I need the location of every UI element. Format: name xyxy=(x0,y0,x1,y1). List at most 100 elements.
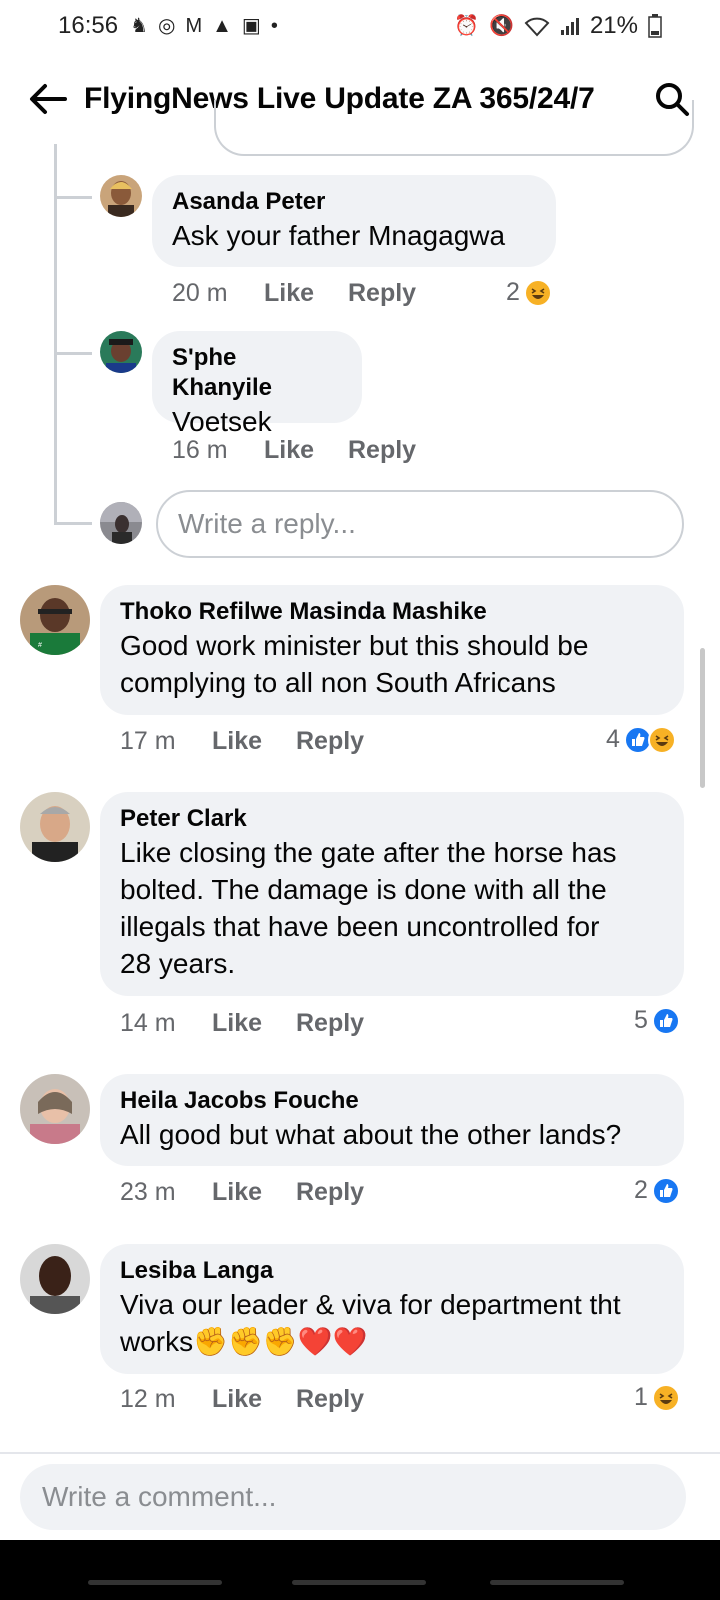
comment-input[interactable]: Write a comment... xyxy=(20,1464,686,1530)
comment-time: 23 m xyxy=(120,1178,176,1206)
commenter-name[interactable]: Heila Jacobs Fouche xyxy=(120,1086,664,1116)
reply-bubble: Asanda Peter Ask your father Mnagagwa xyxy=(152,175,556,267)
thread-branch xyxy=(54,522,92,525)
comment-time: 16 m xyxy=(172,436,228,464)
alarm-icon: ⏰ xyxy=(454,15,480,37)
reaction-count: 2 xyxy=(506,278,520,306)
avatar[interactable] xyxy=(20,1244,90,1314)
comment-actions: 23 m Like Reply xyxy=(120,1178,364,1207)
like-button[interactable]: Like xyxy=(212,727,296,756)
comment-time: 12 m xyxy=(120,1385,176,1413)
reaction-count: 2 xyxy=(634,1176,648,1204)
gmail-icon: M xyxy=(185,15,203,37)
notification-icons: ♞ ◎ M ▲ ▣ • xyxy=(130,16,278,36)
comment-text-line: works✊✊✊❤️❤️ xyxy=(120,1326,368,1357)
reply-input-placeholder: Write a reply... xyxy=(178,508,356,539)
avatar[interactable] xyxy=(20,1074,90,1144)
svg-text:#: # xyxy=(38,642,42,649)
reaction-summary[interactable]: 4 xyxy=(606,725,676,754)
reaction-count: 4 xyxy=(606,725,620,753)
back-arrow-icon[interactable] xyxy=(28,79,68,119)
system-nav-bar xyxy=(0,1540,720,1600)
nav-recent-button[interactable] xyxy=(88,1580,222,1585)
notification-app-icon: ♞ xyxy=(130,15,148,37)
reply-button[interactable]: Reply xyxy=(348,436,416,465)
reply-input[interactable]: Write a reply... xyxy=(156,490,684,558)
download-icon: ▣ xyxy=(241,15,261,37)
scrollbar[interactable] xyxy=(700,648,705,788)
signal-icon xyxy=(560,18,579,35)
nav-back-button[interactable] xyxy=(490,1580,624,1585)
commenter-name[interactable]: S'phe Khanyile xyxy=(172,343,342,403)
comment-time: 17 m xyxy=(120,727,176,755)
comment-actions: 12 m Like Reply xyxy=(120,1385,364,1414)
commenter-name[interactable]: Asanda Peter xyxy=(172,187,536,217)
reply-actions: 16 m Like Reply xyxy=(172,436,416,465)
thread-branch xyxy=(54,352,92,355)
comment-text-line: All good but what about the other lands? xyxy=(120,1119,622,1150)
status-right: ⏰ 🔇 21% xyxy=(454,12,662,40)
divider xyxy=(0,1452,720,1454)
status-left: 16:56 ♞ ◎ M ▲ ▣ • xyxy=(58,12,278,40)
reply-button[interactable]: Reply xyxy=(296,1009,364,1038)
battery-icon xyxy=(648,14,662,38)
reaction-count: 1 xyxy=(634,1383,648,1411)
commenter-name[interactable]: Thoko Refilwe Masinda Mashike xyxy=(120,597,664,627)
status-bar: 16:56 ♞ ◎ M ▲ ▣ • ⏰ 🔇 21% xyxy=(0,0,720,52)
comment-text-line: illegals that have been uncontrolled for xyxy=(120,911,600,942)
avatar[interactable] xyxy=(100,175,142,217)
thread-line xyxy=(54,144,57,524)
comment-text: Voetsek xyxy=(172,406,272,437)
comment-text-line: complying to all non South Africans xyxy=(120,667,556,698)
more-dot-icon: • xyxy=(270,15,278,37)
avatar[interactable] xyxy=(100,331,142,373)
like-reaction-icon xyxy=(651,1006,680,1035)
comment-input-placeholder: Write a comment... xyxy=(42,1481,277,1512)
comment-text-line: Good work minister but this should be xyxy=(120,630,589,661)
commenter-name[interactable]: Peter Clark xyxy=(120,804,664,834)
haha-reaction-icon xyxy=(523,278,552,307)
comment-bubble: Heila Jacobs Fouche All good but what ab… xyxy=(100,1074,684,1166)
reaction-summary[interactable]: 1 xyxy=(634,1383,680,1412)
avatar[interactable]: # xyxy=(20,585,90,655)
reaction-summary[interactable]: 5 xyxy=(634,1006,680,1035)
commenter-name[interactable]: Lesiba Langa xyxy=(120,1256,664,1286)
like-button[interactable]: Like xyxy=(212,1385,296,1414)
like-button[interactable]: Like xyxy=(212,1009,296,1038)
like-button[interactable]: Like xyxy=(264,279,348,308)
wifi-icon xyxy=(524,17,550,37)
comment-bubble: Peter Clark Like closing the gate after … xyxy=(100,792,684,996)
comment-bubble: Lesiba Langa Viva our leader & viva for … xyxy=(100,1244,684,1374)
comment-actions: 17 m Like Reply xyxy=(120,727,364,756)
reaction-summary[interactable]: 2 xyxy=(506,278,552,307)
reply-bubble: S'phe Khanyile Voetsek xyxy=(152,331,362,437)
status-time: 16:56 xyxy=(58,12,119,39)
notification-circle-icon: ◎ xyxy=(158,15,176,37)
reaction-summary[interactable]: 2 xyxy=(634,1176,680,1205)
comment-text-line: 28 years. xyxy=(120,948,236,979)
haha-reaction-icon xyxy=(647,725,676,754)
reply-button[interactable]: Reply xyxy=(296,1385,364,1414)
battery-percent: 21% xyxy=(589,12,638,39)
reply-actions: 20 m Like Reply xyxy=(172,279,416,308)
reply-button[interactable]: Reply xyxy=(348,279,416,308)
nav-home-button[interactable] xyxy=(292,1580,426,1585)
current-user-avatar xyxy=(100,502,142,544)
avatar[interactable] xyxy=(20,792,90,862)
comment-time: 14 m xyxy=(120,1009,176,1037)
thread-branch xyxy=(54,196,92,199)
comment-time: 20 m xyxy=(172,279,228,307)
comment-text-line: Viva our leader & viva for department th… xyxy=(120,1289,621,1320)
previous-reply-bubble xyxy=(214,100,694,156)
reply-button[interactable]: Reply xyxy=(296,727,364,756)
comment-text: Ask your father Mnagagwa xyxy=(172,220,506,251)
comment-text-line: Like closing the gate after the horse ha… xyxy=(120,837,617,868)
app-mm-icon: ▲ xyxy=(212,15,232,37)
like-button[interactable]: Like xyxy=(212,1178,296,1207)
mute-icon: 🔇 xyxy=(489,15,514,37)
reply-button[interactable]: Reply xyxy=(296,1178,364,1207)
haha-reaction-icon xyxy=(651,1383,680,1412)
reaction-count: 5 xyxy=(634,1006,648,1034)
comment-bubble: Thoko Refilwe Masinda Mashike Good work … xyxy=(100,585,684,715)
like-button[interactable]: Like xyxy=(264,436,348,465)
